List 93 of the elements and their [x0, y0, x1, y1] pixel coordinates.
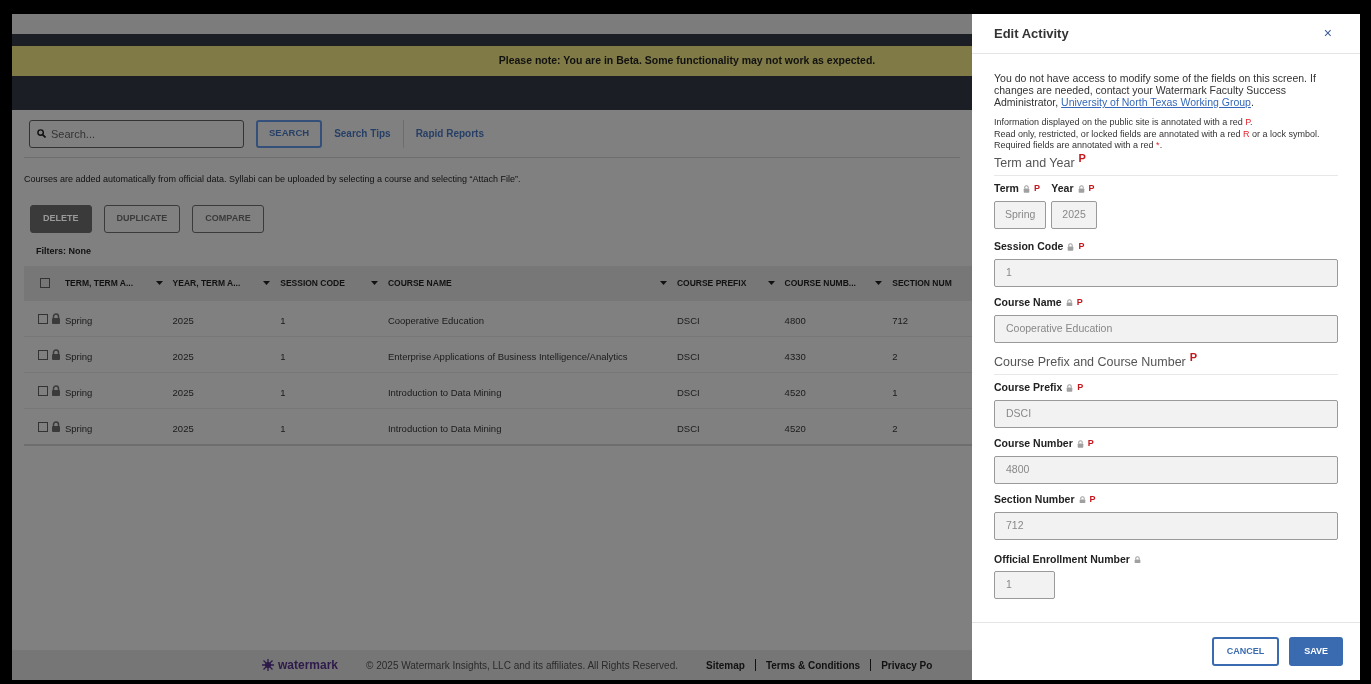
input-field[interactable]: 2025 — [1051, 201, 1097, 229]
public-mark: P — [1078, 150, 1086, 166]
public-mark: P — [1076, 295, 1083, 309]
table-cell: Spring — [64, 386, 93, 398]
field-label: Course Number — [994, 436, 1073, 451]
table-cell: Spring — [64, 422, 93, 434]
checkbox[interactable] — [38, 349, 48, 360]
column-header[interactable]: SECTION NUM — [892, 276, 952, 290]
table-cell: Introduction to Data Mining — [387, 386, 502, 398]
input-field[interactable]: 1 — [994, 571, 1055, 600]
checkbox[interactable] — [40, 278, 50, 288]
table-cell: DSCI — [676, 422, 700, 434]
table-cell: 2025 — [172, 422, 194, 434]
search-button[interactable]: SEARCH — [256, 119, 323, 148]
table-cell: Spring — [64, 314, 93, 326]
legend-text: Read only, restricted, or locked fields are annotated with a red R or a lock symbol. — [994, 128, 1321, 140]
table-cell: 1 — [280, 350, 286, 362]
table-cell: 4330 — [784, 350, 806, 362]
column-header[interactable]: TERM, TERM A... — [64, 276, 134, 290]
public-mark: P — [1088, 182, 1095, 196]
dialog-button[interactable]: CANCEL — [1211, 637, 1280, 666]
table-cell: DSCI — [676, 386, 700, 398]
table-cell: 1 — [280, 422, 286, 434]
dialog-button[interactable]: SAVE — [1289, 637, 1343, 666]
public-mark: P — [1033, 182, 1040, 196]
public-mark: P — [1189, 349, 1198, 365]
nav-link[interactable]: Search Tips — [334, 126, 391, 141]
public-mark: P — [1089, 492, 1096, 506]
table-cell: 2025 — [172, 386, 194, 398]
access-notice: You do not have access to modify some of the fields on this screen. If changes are needed, contact your Watermark Faculty Success Administrator, University of North Texas Working Group. — [994, 72, 1317, 108]
beta-banner: Please note: You are in Beta. Some functionality may not work as expected. — [12, 46, 972, 76]
table-cell: 2025 — [172, 314, 194, 326]
public-mark: P — [1078, 240, 1085, 254]
column-header[interactable]: COURSE NAME — [387, 276, 452, 290]
table-cell: DSCI — [676, 350, 700, 362]
column-header[interactable]: COURSE PREFIX — [676, 276, 747, 290]
drawer-title: Edit Activity — [994, 24, 1069, 43]
table-cell: 2025 — [172, 350, 194, 362]
table-cell: Spring — [64, 350, 93, 362]
nav-link[interactable]: Rapid Reports — [415, 126, 484, 141]
legend-text: Required fields are annotated with a red *. — [994, 140, 1164, 152]
logo-icon — [262, 659, 274, 671]
section-heading: Term and Year — [994, 154, 1075, 172]
table-cell: Cooperative Education — [387, 314, 484, 326]
table-cell: 1 — [280, 386, 286, 398]
table-cell: 4520 — [784, 422, 806, 434]
field-label: Session Code — [994, 239, 1064, 254]
copyright-text: © 2025 Watermark Insights, LLC and its affiliates. All Rights Reserved. — [366, 658, 678, 673]
field-label: Term — [994, 181, 1019, 197]
search-field[interactable]: Search... — [29, 119, 244, 148]
table-cell: 4520 — [784, 386, 806, 398]
filters-label: Filters: None — [36, 244, 92, 258]
legend-text: Information displayed on the public site is annotated with a red P. — [994, 117, 1254, 129]
column-header[interactable]: YEAR, TERM A... — [172, 276, 241, 290]
table-cell: Enterprise Applications of Business Intelligence/Analytics — [387, 350, 628, 362]
column-header[interactable]: SESSION CODE — [280, 276, 345, 290]
table-cell: 1 — [280, 314, 286, 326]
logo-text: watermark — [278, 657, 339, 674]
field-label: Course Name — [994, 294, 1062, 310]
input-field[interactable]: 712 — [994, 511, 1338, 540]
checkbox[interactable] — [38, 385, 48, 396]
public-mark: P — [1087, 437, 1094, 451]
field-label: Section Number — [994, 491, 1075, 507]
table-cell: Introduction to Data Mining — [387, 422, 502, 434]
group-link[interactable]: University of North Texas Working Group — [1061, 96, 1251, 108]
public-mark: P — [1077, 381, 1084, 395]
input-field[interactable]: Spring — [994, 201, 1047, 229]
input-field[interactable]: 4800 — [994, 455, 1338, 484]
action-button[interactable]: COMPARE — [192, 204, 264, 233]
footer-link[interactable]: Terms & Conditions — [765, 657, 861, 673]
table-cell: 712 — [892, 314, 909, 326]
info-text: Courses are added automatically from official data. Syllabi can be uploaded by selecting a course and selecting “Attach File”. — [24, 173, 522, 186]
field-label: Year — [1051, 181, 1074, 197]
action-button[interactable]: DUPLICATE — [103, 204, 181, 233]
search-icon — [37, 128, 46, 138]
input-field[interactable]: Cooperative Education — [994, 314, 1338, 343]
field-label: Official Enrollment Number — [994, 551, 1130, 567]
table-cell: 2 — [892, 422, 898, 434]
footer-link[interactable]: Privacy Po — [881, 657, 933, 673]
table-cell: 2 — [892, 350, 898, 362]
close-button[interactable]: × — [1323, 23, 1338, 44]
footer-link[interactable]: Sitemap — [706, 657, 745, 673]
column-header[interactable]: COURSE NUMB... — [784, 276, 856, 290]
table-cell: DSCI — [676, 314, 700, 326]
checkbox[interactable] — [38, 421, 48, 432]
field-label: Course Prefix — [994, 380, 1063, 396]
input-field[interactable]: DSCI — [994, 400, 1338, 428]
checkbox[interactable] — [38, 313, 48, 324]
table-cell: 1 — [892, 386, 898, 398]
input-field[interactable]: 1 — [994, 258, 1338, 287]
action-button[interactable]: DELETE — [30, 204, 92, 233]
table-cell: 4800 — [784, 314, 806, 326]
section-heading: Course Prefix and Course Number — [994, 353, 1186, 371]
